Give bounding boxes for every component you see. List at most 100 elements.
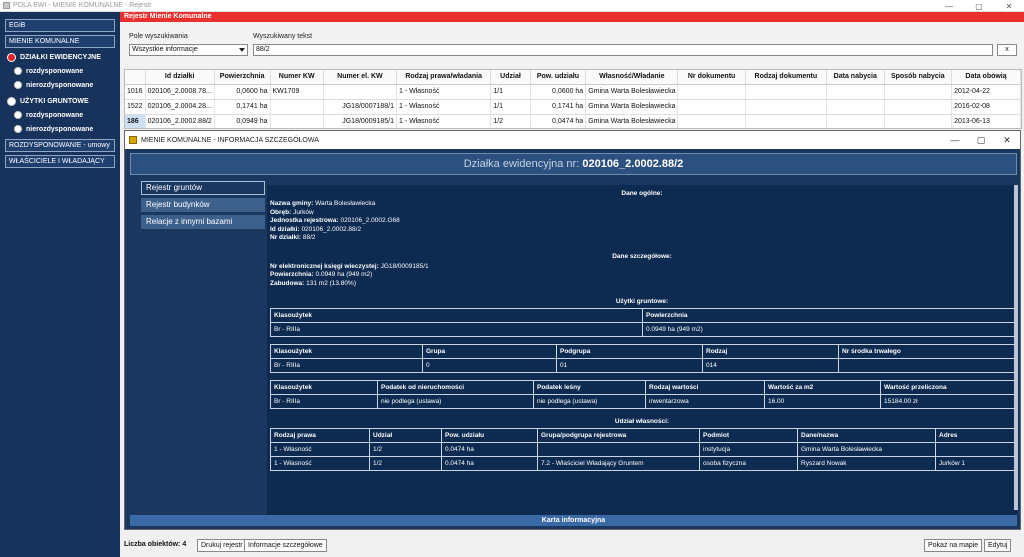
grid-col-data-nabycia[interactable]: Data nabycia <box>826 70 885 85</box>
section-uzytki: Użytki gruntowe: <box>615 298 669 305</box>
cell-pow-udzialu: 0,0474 ha <box>530 114 587 128</box>
cell-index: 1016 <box>125 84 146 100</box>
kv-key: Obręb: <box>270 208 292 216</box>
grid-col-index[interactable] <box>125 70 146 85</box>
td-rodzaj-prawa: 1 - Własność <box>270 442 370 457</box>
grid-col-pow-udzialu[interactable]: Pow. udziału <box>530 70 587 85</box>
cell-wlasnosc: Gmina Warta Bolesławiecka <box>585 114 679 128</box>
kv-row: Obręb: Jurków <box>270 209 1014 218</box>
sidebar-item-wlasciciele[interactable]: WŁAŚCICIELE I WŁADAJĄCY <box>5 155 115 168</box>
td-dane-nazwa: Ryszard Nowak <box>797 456 936 471</box>
kv-row: Nazwa gminy: Warta Bolesławiecka <box>270 200 1014 209</box>
detail-content: Dane ogólne: Nazwa gminy: Warta Bolesław… <box>267 185 1017 526</box>
minimize-icon[interactable]: — <box>934 0 964 12</box>
detail-tabs: Rejestr gruntów Rejestr budynków Relacje… <box>141 181 265 232</box>
tab-relacje[interactable]: Relacje z innymi bazami <box>141 215 265 229</box>
kv-key: Id działki: <box>270 225 300 233</box>
maximize-icon[interactable]: ▢ <box>968 131 994 149</box>
cell-sposob <box>884 99 953 115</box>
td-nr-srodka <box>838 358 1015 373</box>
radio-dzialki-nierozdysponowane[interactable]: nierozdysponowane <box>0 78 120 92</box>
cell-wlasnosc: Gmina Warta Bolesławiecka <box>585 84 679 100</box>
cell-data-obow: 2013-06-13 <box>951 114 1021 128</box>
radio-uzytki-rozdysponowane[interactable]: rozdysponowane <box>0 108 120 122</box>
karta-informacyjna-button[interactable]: Karta informacyjna <box>130 515 1017 526</box>
maximize-icon[interactable]: ▢ <box>964 0 994 12</box>
window-titlebar: POLA EWI - MIENIE KOMUNALNE - Rejestr — … <box>0 0 1024 12</box>
cell-rodzaj-dok <box>745 84 828 100</box>
grid-col-elkw[interactable]: Numer el. KW <box>323 70 398 85</box>
kv-value: 88/2 <box>302 234 316 241</box>
search-panel: Pole wyszukiwania Wyszukiwany tekst Wszy… <box>120 22 1024 67</box>
cell-area: 0,0949 ha <box>214 114 271 128</box>
edit-button[interactable]: Edytuj <box>984 539 1012 552</box>
th-podmiot: Podmiot <box>699 428 798 443</box>
cell-rodzaj-dok <box>745 114 828 128</box>
grid-col-id[interactable]: Id działki <box>145 70 215 85</box>
cell-index: 186 <box>125 114 146 128</box>
table-row[interactable]: 1016 020106_2.0008.78... 0,0600 ha KW170… <box>125 84 1021 100</box>
grid-col-kw[interactable]: Numer KW <box>270 70 324 85</box>
app-icon <box>129 136 137 144</box>
kv-value: JG18/0009185/1 <box>380 262 429 270</box>
grid-col-area[interactable]: Powierzchnia <box>214 70 271 85</box>
sidebar-item-umowy[interactable]: ROZDYSPONOWANIE - umowy <box>5 139 115 152</box>
td-rodzaj-prawa: 1 - Własność <box>270 456 370 471</box>
search-field-value: Wszystkie informacje <box>132 46 198 53</box>
details-button[interactable]: Informacje szczegółowe <box>244 539 327 552</box>
radio-icon <box>14 111 22 119</box>
show-on-map-button[interactable]: Pokaż na mapie <box>924 539 983 552</box>
th-adres: Adres <box>935 428 1015 443</box>
grid-col-udzial[interactable]: Udział <box>490 70 531 85</box>
grid-col-wlasnosc[interactable]: Własność/Władanie <box>585 70 679 85</box>
radio-uzytki[interactable]: UŻYTKI GRUNTOWE <box>0 94 120 108</box>
search-text-label: Wyszukiwany tekst <box>253 33 313 40</box>
kv-value: 020106_2.0002.88/2 <box>301 225 362 233</box>
detail-scrollbar[interactable] <box>1014 185 1018 510</box>
table-header-row: Klasoużytek Grupa Podgrupa Rodzaj Nr śro… <box>270 344 1015 359</box>
table-row: 1 - Własność 1/2 0.0474 ha instytucja Gm… <box>270 442 1015 457</box>
grid-col-nr-dok[interactable]: Nr dokumentu <box>677 70 746 85</box>
td-adres: Jurków 1 <box>935 456 1015 471</box>
grid-col-data-obow[interactable]: Data obowią <box>951 70 1021 85</box>
sidebar-item-mienie[interactable]: MIENIE KOMUNALNE <box>5 35 115 48</box>
close-icon[interactable]: ✕ <box>994 131 1020 149</box>
cell-area: 0,0600 ha <box>214 84 271 100</box>
radio-label: rozdysponowane <box>26 67 84 75</box>
clear-button[interactable]: x <box>997 44 1017 56</box>
th-grupa: Grupa <box>422 344 557 359</box>
grid-col-rodzaj[interactable]: Rodzaj prawa/władania <box>396 70 492 85</box>
object-count: Liczba obiektów: 4 <box>124 541 187 548</box>
table-row: 1 - Własność 1/2 0.0474 ha 7.2 - Właścic… <box>270 456 1015 471</box>
sidebar-item-egib[interactable]: EGiB <box>5 19 115 32</box>
grid-col-sposob[interactable]: Sposób nabycia <box>884 70 953 85</box>
td-podmiot: osoba fizyczna <box>699 456 798 471</box>
radio-label: nierozdysponowane <box>26 125 94 133</box>
chevron-down-icon <box>239 48 245 52</box>
cell-elkw <box>323 84 398 100</box>
cell-sposob <box>884 84 953 100</box>
tab-rejestr-gruntow[interactable]: Rejestr gruntów <box>141 181 265 195</box>
cell-elkw: JG18/0009185/1 <box>323 114 398 128</box>
bottom-bar: Liczba obiektów: 4 Drukuj rejestr Inform… <box>120 535 1024 557</box>
table-row[interactable]: 1522 020106_2.0004.28... 0,1741 ha JG18/… <box>125 99 1021 115</box>
cell-nr-dok <box>677 99 746 115</box>
radio-uzytki-nierozdysponowane[interactable]: nierozdysponowane <box>0 122 120 136</box>
results-grid: Id działki Powierzchnia Numer KW Numer e… <box>124 69 1022 129</box>
tab-rejestr-budynkow[interactable]: Rejestr budynków <box>141 198 265 212</box>
radio-dzialki-rozdysponowane[interactable]: rozdysponowane <box>0 64 120 78</box>
print-register-button[interactable]: Drukuj rejestr <box>197 539 247 552</box>
table-row-selected[interactable]: 186 020106_2.0002.88/2 0,0949 ha JG18/00… <box>125 114 1021 128</box>
grid-col-rodzaj-dok[interactable]: Rodzaj dokumentu <box>745 70 828 85</box>
detail-titlebar: MIENIE KOMUNALNE - INFORMACJA SZCZEGÓŁOW… <box>125 131 1020 149</box>
search-field-select[interactable]: Wszystkie informacje <box>129 44 248 56</box>
radio-dzialki[interactable]: DZIAŁKI EWIDENCYJNE <box>0 50 120 64</box>
minimize-icon[interactable]: — <box>942 131 968 149</box>
close-icon[interactable]: ✕ <box>994 0 1024 12</box>
window-controls: — ▢ ✕ <box>934 0 1024 12</box>
kv-row: Jednostka rejestrowa: 020106_2.0002.G68 <box>270 217 1014 226</box>
th-podatek-nier: Podatek od nieruchomości <box>377 380 534 395</box>
td-udzial: 1/2 <box>369 442 442 457</box>
cell-data-obow: 2012-04-22 <box>951 84 1021 100</box>
search-input[interactable]: 88/2 <box>253 44 993 56</box>
